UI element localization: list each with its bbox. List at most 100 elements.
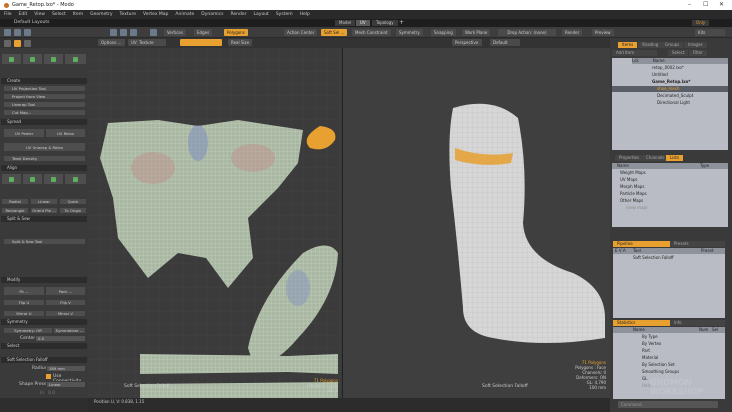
polygons-mode-button[interactable]: Polygons bbox=[224, 29, 248, 36]
menu-dynamics[interactable]: Dynamics bbox=[201, 12, 223, 17]
unwrap-tool-button[interactable]: Unwrap Tool bbox=[3, 101, 86, 108]
align-left-icon[interactable] bbox=[43, 173, 64, 185]
center-input[interactable]: 0.5 bbox=[35, 335, 86, 342]
symmetry-dropdown[interactable]: Symmetry: Off bbox=[3, 327, 53, 334]
tab-topology[interactable]: Topology bbox=[372, 20, 398, 26]
pipeline-row[interactable]: Soft Selection Falloff bbox=[633, 255, 674, 261]
list-item-selected[interactable]: shoe_mesh bbox=[612, 86, 728, 92]
tab-items[interactable]: Items bbox=[618, 42, 638, 48]
menu-vertex-map[interactable]: Vertex Map bbox=[143, 12, 168, 17]
rectangle-button[interactable]: Rectangle bbox=[1, 207, 29, 214]
quick-align-button[interactable]: Quick bbox=[59, 198, 87, 205]
mirror-u-button[interactable]: Mirror U bbox=[3, 310, 45, 317]
menu-edit[interactable]: Edit bbox=[19, 12, 28, 17]
layouts-dropdown[interactable]: Default Layouts bbox=[14, 19, 50, 27]
shape-preset-dropdown[interactable]: Linear bbox=[46, 381, 86, 388]
stats-row[interactable]: By Vertex bbox=[642, 341, 661, 347]
tab-presets[interactable]: Presets bbox=[670, 241, 725, 247]
shading-dropdown[interactable]: Default bbox=[490, 39, 520, 46]
fit-icon[interactable] bbox=[24, 29, 31, 36]
pose-icon[interactable] bbox=[110, 29, 117, 36]
transform-icon[interactable] bbox=[24, 40, 31, 47]
orient-pieces-button[interactable]: Orient Pie ... bbox=[30, 207, 58, 214]
select-button[interactable]: Select bbox=[668, 50, 689, 56]
soft-selection-button[interactable]: Soft Sel ... bbox=[321, 29, 348, 36]
section-align[interactable]: Align bbox=[1, 165, 87, 171]
mirror-v-button[interactable]: Mirror V bbox=[45, 310, 86, 317]
list-item[interactable]: retop_0002.lxo* bbox=[652, 65, 684, 71]
uv-select-icon[interactable] bbox=[14, 40, 21, 47]
tab-shading[interactable]: Shading bbox=[638, 42, 663, 48]
tab-model[interactable]: Model bbox=[335, 20, 356, 26]
menu-system[interactable]: System bbox=[276, 12, 293, 17]
close-button[interactable]: ✕ bbox=[719, 1, 724, 8]
add-tab-button[interactable]: + bbox=[399, 19, 404, 27]
action-center-button[interactable]: Action Center bbox=[284, 29, 318, 36]
list-item[interactable]: Game_Retop.lxo* bbox=[652, 79, 691, 85]
use-connectivity-checkbox[interactable] bbox=[46, 374, 51, 379]
uv-peeler-button[interactable]: UV Peeler bbox=[3, 128, 45, 138]
align-top-icon[interactable] bbox=[1, 173, 22, 185]
stats-row[interactable]: By Selection Set bbox=[642, 362, 675, 368]
filter-button[interactable]: Filter bbox=[689, 50, 707, 56]
command-input[interactable]: Command bbox=[618, 401, 718, 408]
menu-geometry[interactable]: Geometry bbox=[90, 12, 112, 17]
pivot-icon[interactable] bbox=[4, 40, 11, 47]
flip-v-button[interactable]: Flip V bbox=[45, 299, 86, 306]
only-toggle[interactable]: Only bbox=[692, 20, 710, 26]
select-icon[interactable] bbox=[120, 29, 127, 36]
menu-item[interactable]: Item bbox=[73, 12, 83, 17]
project-from-view-button[interactable]: Project from View bbox=[3, 93, 86, 100]
tab-info[interactable]: Info bbox=[670, 320, 725, 326]
uv-unwrap-relax-button[interactable]: UV Unwrap & Relax bbox=[3, 142, 86, 152]
align-bottom-icon[interactable] bbox=[22, 173, 43, 185]
list-item[interactable]: Weight Maps bbox=[620, 170, 646, 176]
list-item[interactable]: Other Maps bbox=[620, 198, 643, 204]
kits-button[interactable]: Kits bbox=[695, 29, 725, 36]
add-item-dropdown[interactable]: Add Item bbox=[612, 50, 657, 56]
uv-projection-tool-button[interactable]: UV Projection Tool bbox=[3, 85, 86, 92]
3d-viewport[interactable]: Soft Selection Falloff 71 Polygons Polyg… bbox=[342, 48, 610, 398]
split-sew-tool-button[interactable]: Split & Sew Tool bbox=[3, 238, 86, 245]
menu-view[interactable]: View bbox=[34, 12, 45, 17]
tab-lists[interactable]: Lists bbox=[666, 155, 684, 161]
work-plane-button[interactable]: Work Plane bbox=[462, 29, 491, 36]
drop-action-dropdown[interactable]: Drop Action: (none) bbox=[498, 29, 556, 36]
vertices-mode-button[interactable]: Vertices bbox=[164, 29, 186, 36]
list-item[interactable]: Directional Light bbox=[657, 100, 690, 106]
section-modify[interactable]: Modify bbox=[1, 277, 87, 283]
symmetry-button[interactable]: Symmetry bbox=[396, 29, 423, 36]
tool-icon-3[interactable] bbox=[43, 53, 64, 65]
tab-groups[interactable]: Groups bbox=[661, 42, 684, 48]
tab-uv[interactable]: UV bbox=[356, 20, 370, 26]
uv-viewport[interactable]: 1002 1001 Soft Selection Falloff 71 Poly… bbox=[88, 48, 342, 398]
uv-map-dropdown[interactable]: UV: Texture bbox=[128, 39, 166, 46]
texel-density-button[interactable]: Texel Density bbox=[3, 155, 86, 162]
pack-button[interactable]: Pack ... bbox=[45, 286, 86, 296]
menu-animate[interactable]: Animate bbox=[175, 12, 194, 17]
snapping-button[interactable]: Snapping bbox=[431, 29, 456, 36]
real-size-toggle[interactable]: Real Size bbox=[228, 39, 253, 46]
menu-help[interactable]: Help bbox=[300, 12, 310, 17]
render-button[interactable]: Render bbox=[562, 29, 583, 36]
list-item[interactable]: Particle Maps bbox=[620, 191, 647, 197]
list-item-new[interactable]: (new map) bbox=[626, 205, 648, 211]
radius-input[interactable]: 289 mm bbox=[46, 365, 86, 372]
section-select[interactable]: Select bbox=[1, 343, 87, 349]
fit-button[interactable]: Fit ... bbox=[3, 286, 45, 296]
tab-properties[interactable]: Properties bbox=[615, 155, 644, 161]
section-split-sew[interactable]: Split & Sew bbox=[1, 216, 87, 222]
lasso-icon[interactable] bbox=[130, 29, 137, 36]
grid-icon[interactable] bbox=[14, 29, 21, 36]
tab-statistics[interactable]: Statistics bbox=[613, 320, 670, 326]
preview-button[interactable]: Preview bbox=[592, 29, 614, 36]
section-create[interactable]: Create bbox=[1, 78, 87, 84]
section-soft-selection-falloff[interactable]: Soft Selection Falloff bbox=[1, 357, 87, 363]
stats-row[interactable]: By Type bbox=[642, 334, 658, 340]
menu-layout[interactable]: Layout bbox=[254, 12, 269, 17]
list-item[interactable]: Morph Maps bbox=[620, 184, 644, 190]
in-input[interactable]: 0.0 bbox=[48, 391, 55, 396]
maximize-button[interactable]: ☐ bbox=[703, 1, 708, 8]
to-origin-button[interactable]: To Origin bbox=[59, 207, 87, 214]
tab-channels[interactable]: Channels bbox=[642, 155, 669, 161]
